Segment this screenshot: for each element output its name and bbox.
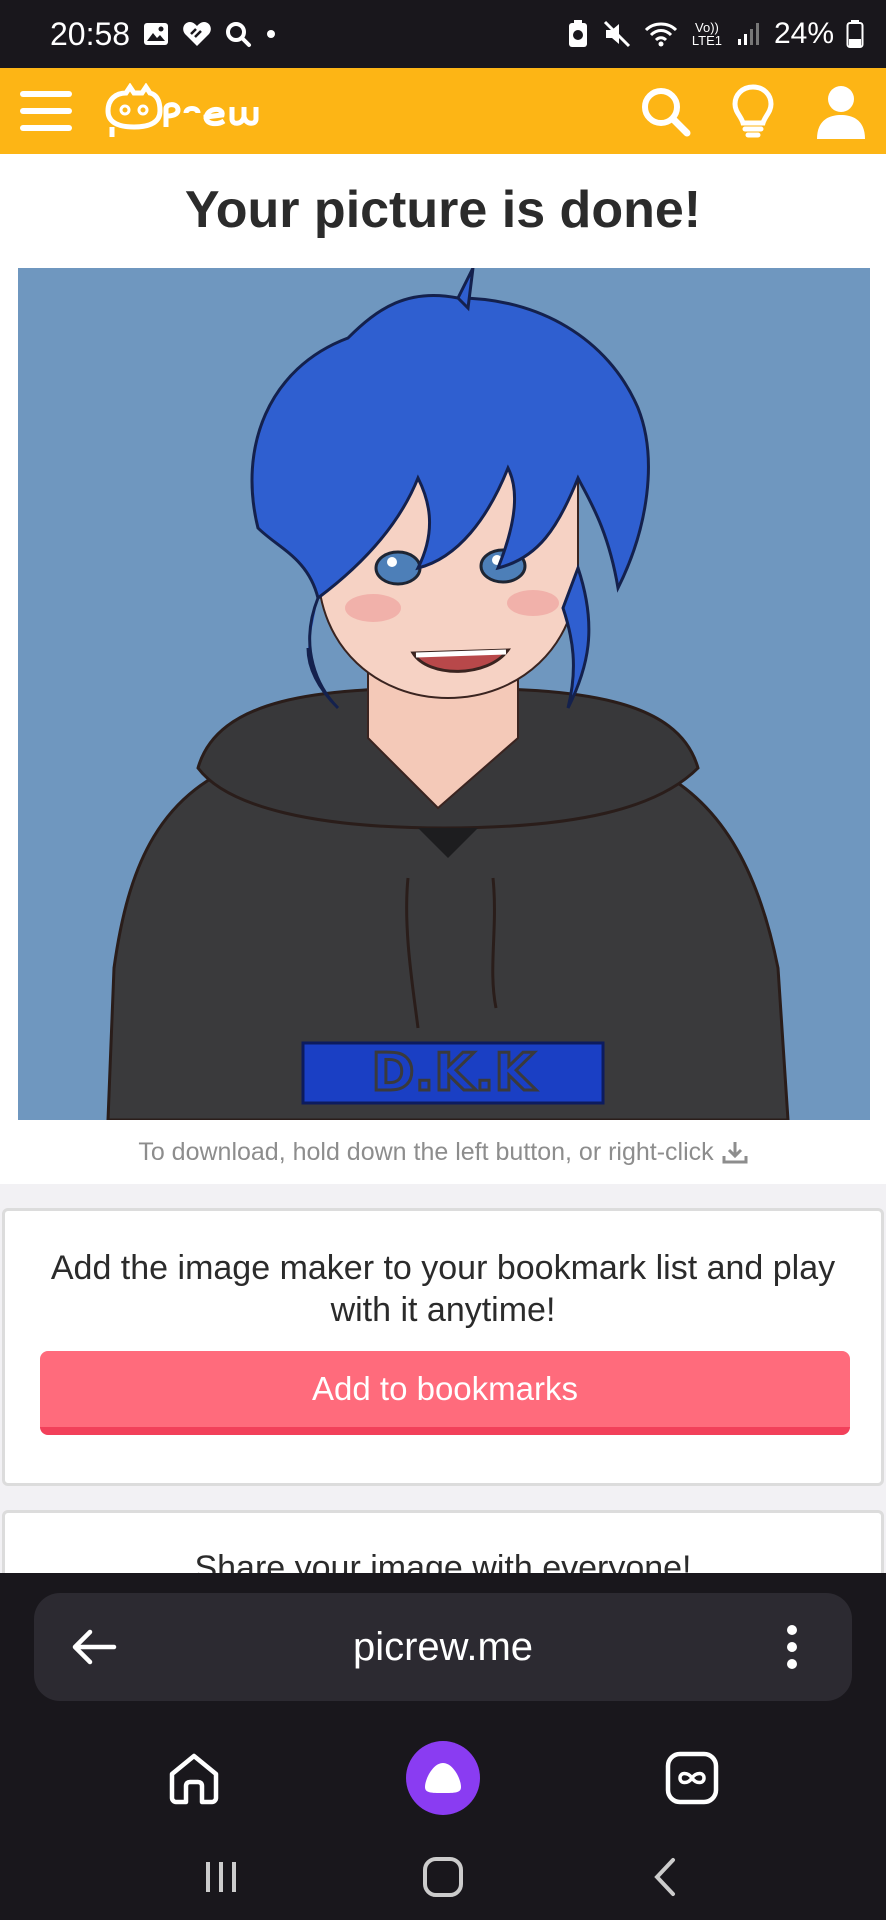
status-bar: 20:58 Vo)) LTE1 24% — [0, 0, 886, 68]
alice-assistant-button[interactable] — [398, 1733, 488, 1823]
bookmark-card-text: Add the image maker to your bookmark lis… — [50, 1249, 836, 1329]
system-back-button[interactable] — [620, 1832, 710, 1920]
battery-percent: 24% — [773, 17, 834, 50]
user-icon — [817, 86, 865, 139]
battery-icon — [846, 19, 864, 49]
avatar-illustration: D.K.K — [18, 268, 870, 1120]
account-button[interactable] — [812, 82, 870, 140]
hint-button[interactable] — [724, 82, 782, 140]
download-hint-text: To download, hold down the left button, … — [138, 1138, 714, 1166]
hamburger-line-icon — [20, 125, 72, 131]
search-icon — [642, 88, 691, 137]
gallery-icon — [142, 20, 170, 48]
back-button[interactable] — [64, 1617, 124, 1677]
browser-menu-button[interactable] — [762, 1617, 822, 1677]
battery-saver-icon — [566, 19, 590, 49]
add-to-bookmarks-button[interactable]: Add to bookmarks — [40, 1351, 850, 1435]
browser-bottom-bar: picrew.me — [0, 1573, 886, 1920]
search-button[interactable] — [636, 82, 694, 140]
screen: 20:58 Vo)) LTE1 24% Your picture is done… — [0, 0, 886, 1920]
recents-button[interactable] — [176, 1832, 266, 1920]
picrew-logo-icon — [105, 83, 259, 137]
picrew-logo[interactable] — [102, 83, 272, 139]
tabs-icon — [665, 1751, 718, 1805]
back-chevron-icon — [654, 1857, 675, 1896]
hamburger-line-icon — [20, 91, 72, 97]
network-label: Vo)) LTE1 — [691, 20, 722, 48]
app-header — [0, 68, 886, 154]
signal-icon — [736, 21, 762, 47]
menu-button[interactable] — [16, 87, 76, 135]
status-right: Vo)) LTE1 24% — [566, 17, 864, 51]
header-actions — [636, 82, 870, 140]
hamburger-line-icon — [20, 108, 72, 114]
result-section: Your picture is done! D.K.K To download,… — [0, 154, 886, 1184]
browser-home-button[interactable] — [149, 1733, 239, 1823]
page-title: Your picture is done! — [184, 181, 702, 239]
download-icon — [722, 1141, 748, 1163]
recents-icon — [206, 1861, 236, 1892]
notification-dot-icon — [264, 27, 278, 41]
arrow-left-icon — [72, 1629, 117, 1665]
alice-assistant-icon — [405, 1741, 480, 1815]
home-icon — [170, 1753, 219, 1805]
download-hint: To download, hold down the left button, … — [0, 1138, 886, 1167]
search-status-icon — [224, 20, 252, 48]
tabs-button[interactable] — [647, 1733, 737, 1823]
system-home-button[interactable] — [398, 1832, 488, 1920]
status-time: 20:58 — [50, 15, 131, 52]
bookmark-card: Add the image maker to your bookmark lis… — [2, 1208, 884, 1486]
url-text[interactable]: picrew.me — [353, 1625, 533, 1670]
browser-nav — [0, 1723, 886, 1833]
more-vertical-icon — [787, 1625, 797, 1669]
add-to-bookmarks-label: Add to bookmarks — [312, 1370, 578, 1407]
result-image[interactable]: D.K.K — [18, 268, 870, 1120]
system-nav — [0, 1833, 886, 1920]
status-left: 20:58 — [50, 16, 278, 53]
mute-icon — [602, 19, 632, 49]
heart-icon — [182, 20, 212, 48]
address-bar[interactable]: picrew.me — [34, 1593, 852, 1701]
wifi-icon — [644, 20, 678, 48]
lightbulb-icon — [732, 84, 774, 138]
shirt-text: D.K.K — [371, 1043, 536, 1103]
home-circle-icon — [423, 1856, 463, 1897]
